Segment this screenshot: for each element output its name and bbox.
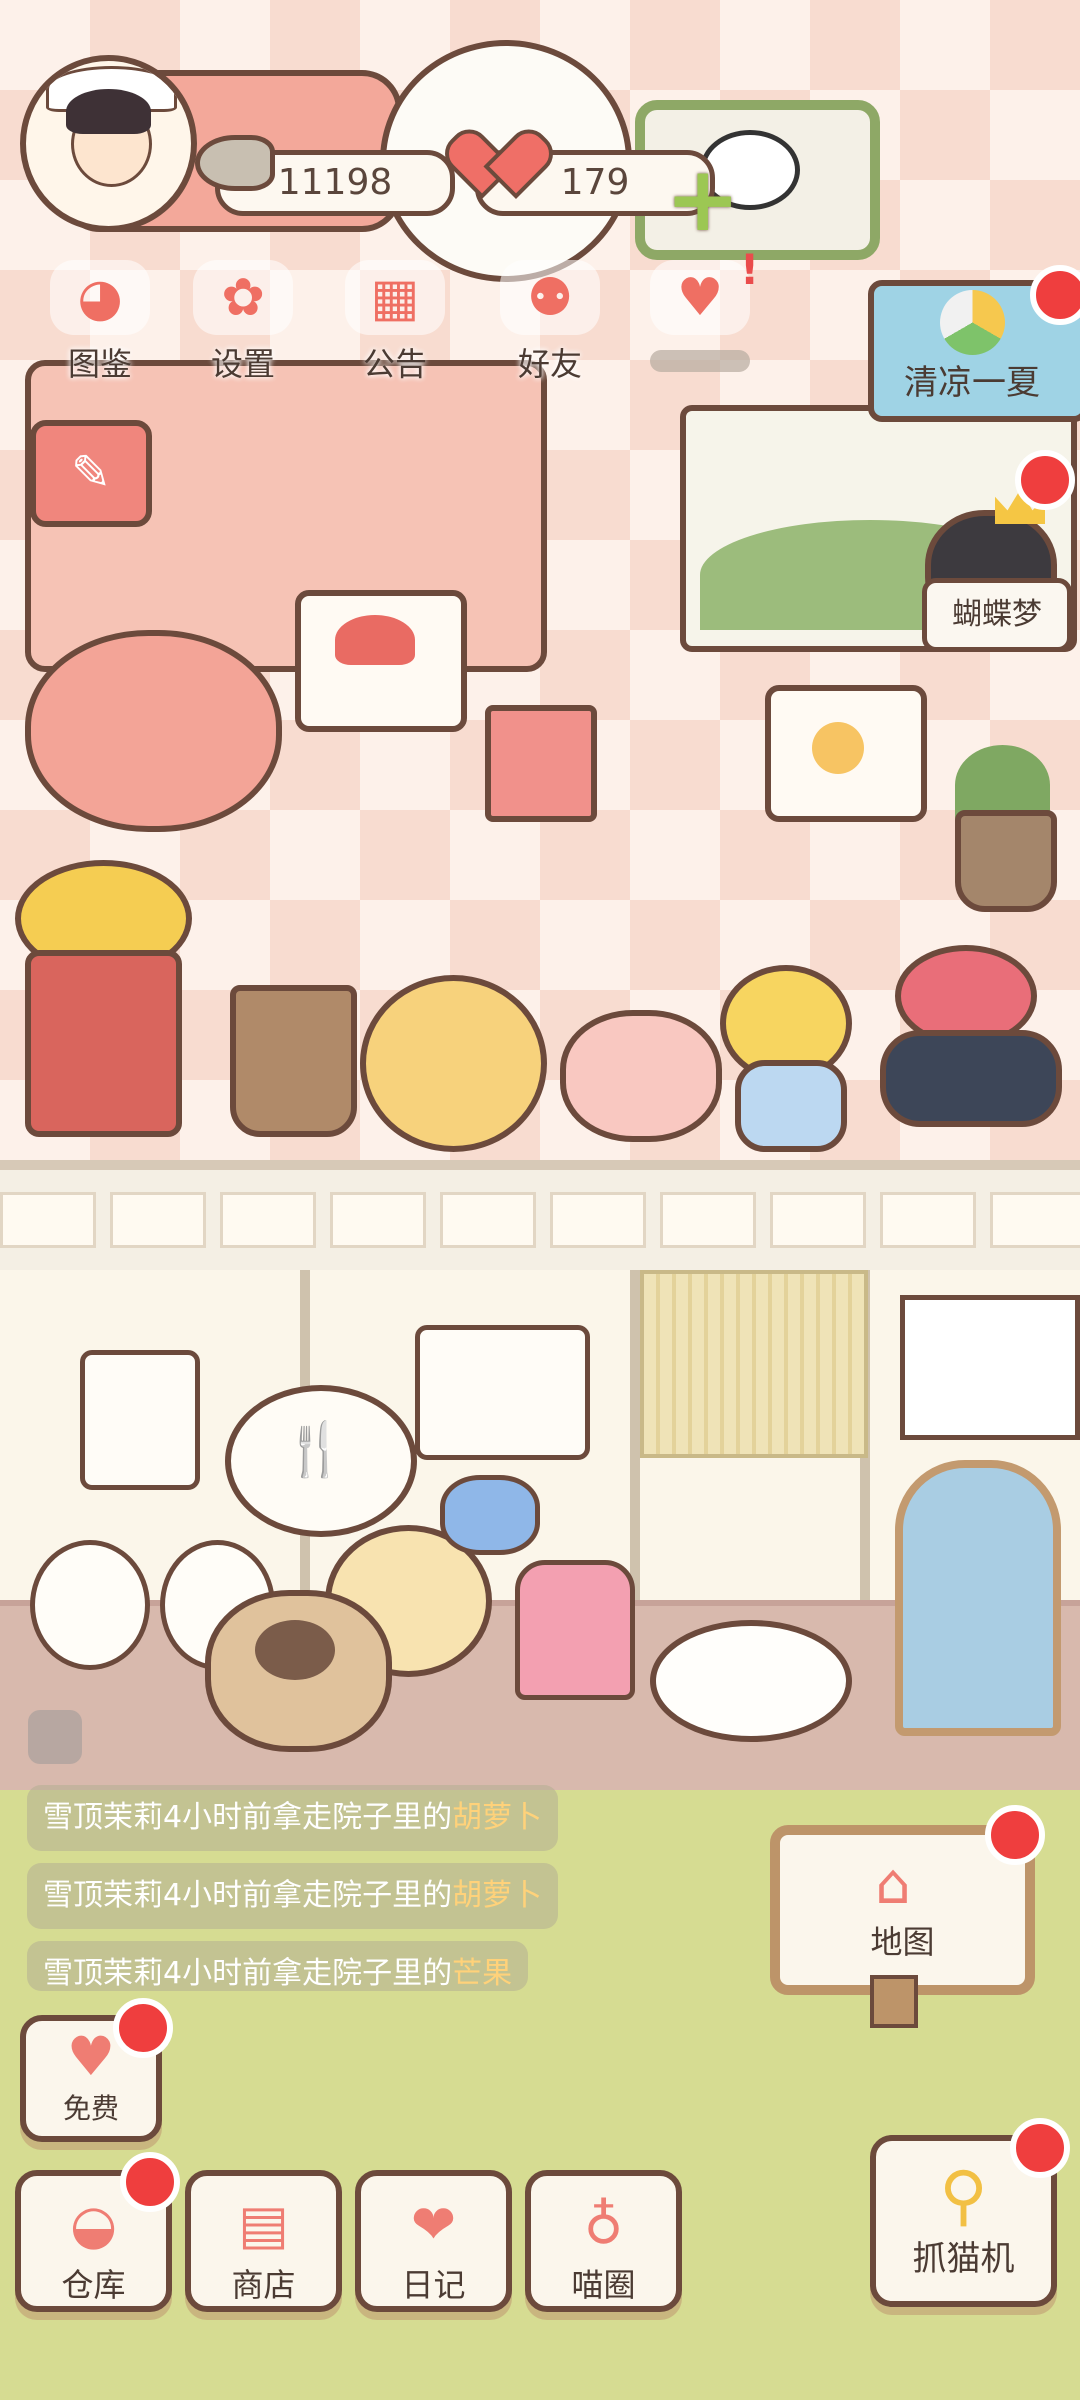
notification-badge: [1010, 2118, 1070, 2178]
flower-icon: [812, 722, 864, 774]
notification-item: 芒果: [452, 1956, 513, 1991]
top-menu-announcement[interactable]: ▦ 公告: [335, 260, 455, 383]
sign-post: [870, 1975, 918, 2028]
top-menu-label: 好友: [517, 345, 582, 383]
beach-ball-icon: [940, 290, 1005, 355]
notification-badge: [1015, 450, 1075, 510]
house-icon: ⌂: [875, 1852, 911, 1917]
rabbit-doll[interactable]: [30, 1540, 150, 1670]
beam-slot: [990, 1192, 1080, 1248]
cat-face-icon: ◕: [50, 260, 150, 335]
watering-can[interactable]: [560, 1010, 722, 1142]
top-menu-settings[interactable]: ✿ 设置: [183, 260, 303, 383]
shop-icon: ▤: [237, 2193, 290, 2256]
edit-room-button[interactable]: ✎: [30, 420, 152, 527]
beam-slot: [440, 1192, 536, 1248]
cat-planet-icon: ♁: [583, 2193, 624, 2256]
cat-hanging-scroll[interactable]: [80, 1350, 200, 1490]
notification-badge: [985, 1805, 1045, 1865]
top-menu-label: 公告: [362, 345, 427, 383]
flower-basket[interactable]: [360, 975, 547, 1152]
beam-slot: [880, 1192, 976, 1248]
add-currency-button[interactable]: +: [665, 155, 740, 245]
shop-label: 商店: [231, 2266, 296, 2304]
diary-button[interactable]: ❤ 日记: [355, 2170, 512, 2312]
top-menu-label: 图鉴: [67, 345, 132, 383]
flower-hanging-sign[interactable]: [415, 1325, 590, 1460]
butterfly-dream-label[interactable]: 蝴蝶梦: [922, 578, 1072, 652]
notification-badge: [113, 1998, 173, 2058]
blue-butterfly[interactable]: [440, 1475, 540, 1555]
notification-item: 胡萝卜: [452, 1800, 543, 1835]
beam-slot: [220, 1192, 316, 1248]
gift-icon: ▦: [345, 260, 445, 335]
message-hearts-icon: ♥: [650, 260, 750, 335]
storage-label: 仓库: [61, 2266, 126, 2304]
bamboo-blinds: [640, 1270, 868, 1458]
player-avatar[interactable]: [20, 55, 197, 232]
top-menu-label: 设置: [210, 345, 275, 383]
potted-plant[interactable]: [955, 810, 1057, 912]
pink-book[interactable]: [485, 705, 597, 822]
beam-slot: [550, 1192, 646, 1248]
activity-notification: 雪顶茉莉4小时前拿走院子里的胡萝卜: [27, 1785, 559, 1851]
activity-notification: 雪顶茉莉4小时前拿走院子里的芒果: [27, 1941, 529, 1991]
notification-badge: [120, 2152, 180, 2212]
chat-toggle-icon[interactable]: [28, 1710, 82, 1764]
notification-text: 雪顶茉莉4小时前拿走院子里的: [43, 1800, 453, 1835]
top-menu-friends[interactable]: ⚉ 好友: [490, 260, 610, 383]
beam-slot: [110, 1192, 206, 1248]
notification-text: 雪顶茉莉4小时前拿走院子里的: [43, 1878, 453, 1913]
fork-spoon-icon: 🍴: [282, 1420, 348, 1480]
top-menu-collection[interactable]: ◕ 图鉴: [40, 260, 160, 383]
avatar-hair: [66, 89, 151, 134]
message-label-bar: [650, 350, 750, 372]
friends-icon: ⚉: [500, 260, 600, 335]
activity-notification: 雪顶茉莉4小时前拿走院子里的胡萝卜: [27, 1863, 559, 1929]
alice-doll[interactable]: [735, 1060, 847, 1152]
siamese-face: [255, 1620, 335, 1680]
summer-event-label: 清凉一夏: [904, 363, 1040, 403]
flower-poster[interactable]: [900, 1295, 1080, 1440]
alert-exclamation-icon: !: [740, 245, 760, 294]
mushroom-icon: [335, 615, 415, 665]
free-label: 免费: [62, 2092, 119, 2125]
wooden-bucket[interactable]: [230, 985, 357, 1137]
shop-button[interactable]: ▤ 商店: [185, 2170, 342, 2312]
claw-machine-label: 抓猫机: [912, 2239, 1015, 2279]
heart-icon: [470, 135, 540, 191]
bean-bag[interactable]: [25, 630, 282, 832]
fish-icon: [195, 135, 275, 191]
white-cat[interactable]: [650, 1620, 852, 1742]
map-label: 地图: [870, 1923, 935, 1961]
hyacinth-pot[interactable]: [515, 1560, 635, 1700]
diary-icon: ❤: [410, 2193, 457, 2256]
ice-machine[interactable]: [25, 950, 182, 1137]
beam-slot: [660, 1192, 756, 1248]
cat-circle-label: 喵圈: [571, 2266, 636, 2304]
top-hat[interactable]: [880, 1030, 1062, 1127]
notification-text: 雪顶茉莉4小时前拿走院子里的: [43, 1956, 453, 1991]
notification-item: 胡萝卜: [452, 1878, 543, 1913]
beam-slot: [330, 1192, 426, 1248]
standing-mirror[interactable]: [895, 1460, 1061, 1736]
diary-label: 日记: [401, 2266, 466, 2304]
gear-icon: ✿: [193, 260, 293, 335]
beam-slot: [0, 1192, 96, 1248]
cat-circle-button[interactable]: ♁ 喵圈: [525, 2170, 682, 2312]
beam-slot: [770, 1192, 866, 1248]
